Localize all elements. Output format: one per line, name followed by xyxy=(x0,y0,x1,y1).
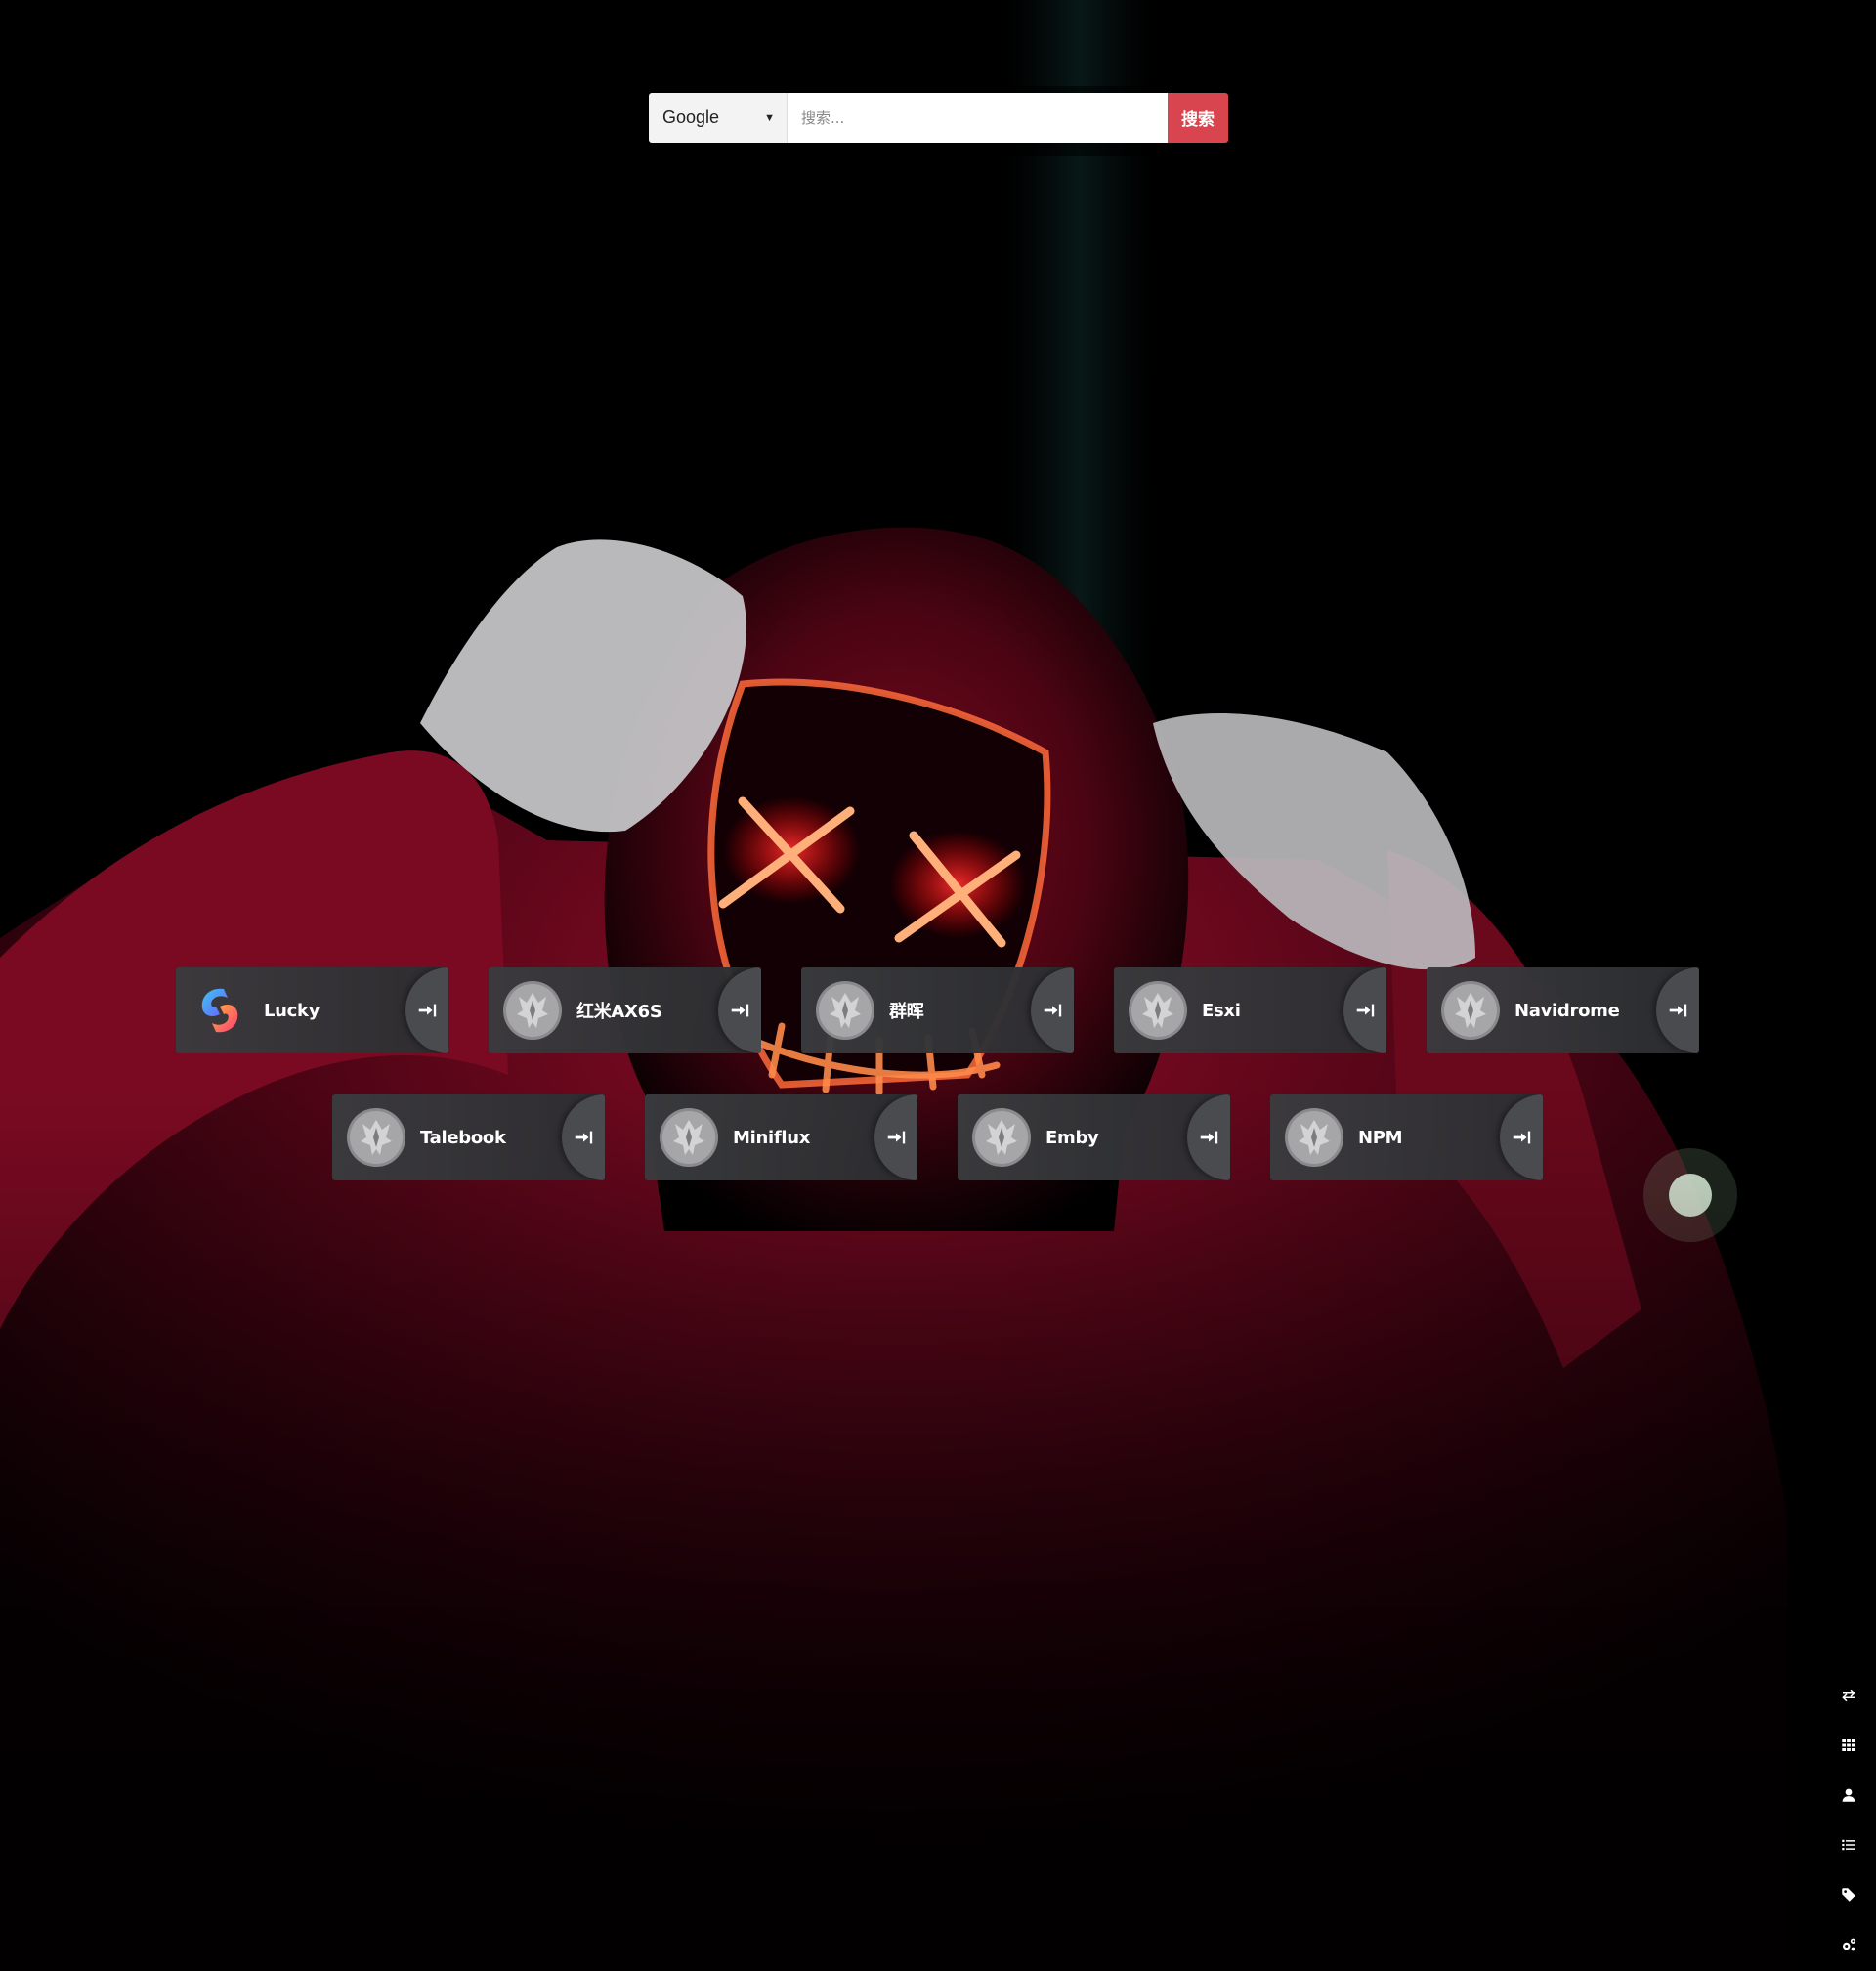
sign-in-icon[interactable] xyxy=(1031,967,1074,1053)
app-tile[interactable]: Talebook xyxy=(332,1094,605,1180)
app-tile-label: Talebook xyxy=(420,1127,506,1148)
app-tile-label: NPM xyxy=(1358,1127,1403,1148)
app-tile[interactable]: 红米AX6S xyxy=(489,967,761,1053)
sign-in-icon[interactable] xyxy=(405,967,448,1053)
swap-icon[interactable] xyxy=(1838,1683,1859,1707)
sign-in-icon[interactable] xyxy=(562,1094,605,1180)
app-tile-label: Navidrome xyxy=(1514,1000,1620,1021)
app-tile[interactable]: Miniflux xyxy=(645,1094,917,1180)
settings-icon[interactable] xyxy=(1838,1932,1859,1956)
default-app-icon xyxy=(503,981,562,1040)
default-app-icon xyxy=(1285,1108,1343,1167)
search-engine-value: Google xyxy=(662,107,720,127)
sign-in-icon[interactable] xyxy=(1187,1094,1230,1180)
search-engine-select[interactable]: Google ▼ xyxy=(649,93,788,143)
sign-in-icon[interactable] xyxy=(1656,967,1699,1053)
sign-in-icon[interactable] xyxy=(1343,967,1386,1053)
app-tile[interactable]: Navidrome xyxy=(1427,967,1699,1053)
search-bar: Google ▼ 搜索 xyxy=(649,93,1228,143)
default-app-icon xyxy=(660,1108,718,1167)
chevron-down-icon: ▼ xyxy=(764,111,775,124)
default-app-icon xyxy=(1441,981,1500,1040)
app-tile[interactable]: Emby xyxy=(958,1094,1230,1180)
side-toolbar xyxy=(1831,1683,1866,1956)
app-tile[interactable]: Esxi xyxy=(1114,967,1386,1053)
sign-in-icon[interactable] xyxy=(1500,1094,1543,1180)
app-tile-label: Miniflux xyxy=(733,1127,811,1148)
app-tile-label: Emby xyxy=(1045,1127,1099,1148)
sign-in-icon[interactable] xyxy=(874,1094,917,1180)
search-panel: Google ▼ 搜索 xyxy=(636,86,1241,156)
app-tile-label: 红米AX6S xyxy=(576,1002,662,1022)
sign-in-icon[interactable] xyxy=(718,967,761,1053)
app-tile[interactable]: Lucky xyxy=(176,967,448,1053)
app-tile[interactable]: NPM xyxy=(1270,1094,1543,1180)
default-app-icon xyxy=(1129,981,1187,1040)
default-app-icon xyxy=(816,981,874,1040)
app-tile-label: 群晖 xyxy=(889,1002,924,1022)
app-tile[interactable]: 群晖 xyxy=(801,967,1074,1053)
app-tiles-row-2: Talebook Miniflux Emby NPM xyxy=(332,1094,1543,1180)
search-input[interactable] xyxy=(788,93,1168,143)
default-app-icon xyxy=(347,1108,405,1167)
default-app-icon xyxy=(972,1108,1031,1167)
list-icon[interactable] xyxy=(1838,1832,1859,1857)
app-tiles-row-1: Lucky 红米AX6S 群晖 Esxi Navidrome xyxy=(176,967,1699,1053)
grid-icon[interactable] xyxy=(1838,1733,1859,1757)
lucky-logo-icon xyxy=(191,981,249,1040)
tag-icon[interactable] xyxy=(1838,1882,1859,1907)
app-tile-label: Lucky xyxy=(264,1000,320,1021)
search-button[interactable]: 搜索 xyxy=(1168,93,1228,143)
user-icon[interactable] xyxy=(1838,1782,1859,1807)
app-tile-label: Esxi xyxy=(1202,1000,1241,1021)
